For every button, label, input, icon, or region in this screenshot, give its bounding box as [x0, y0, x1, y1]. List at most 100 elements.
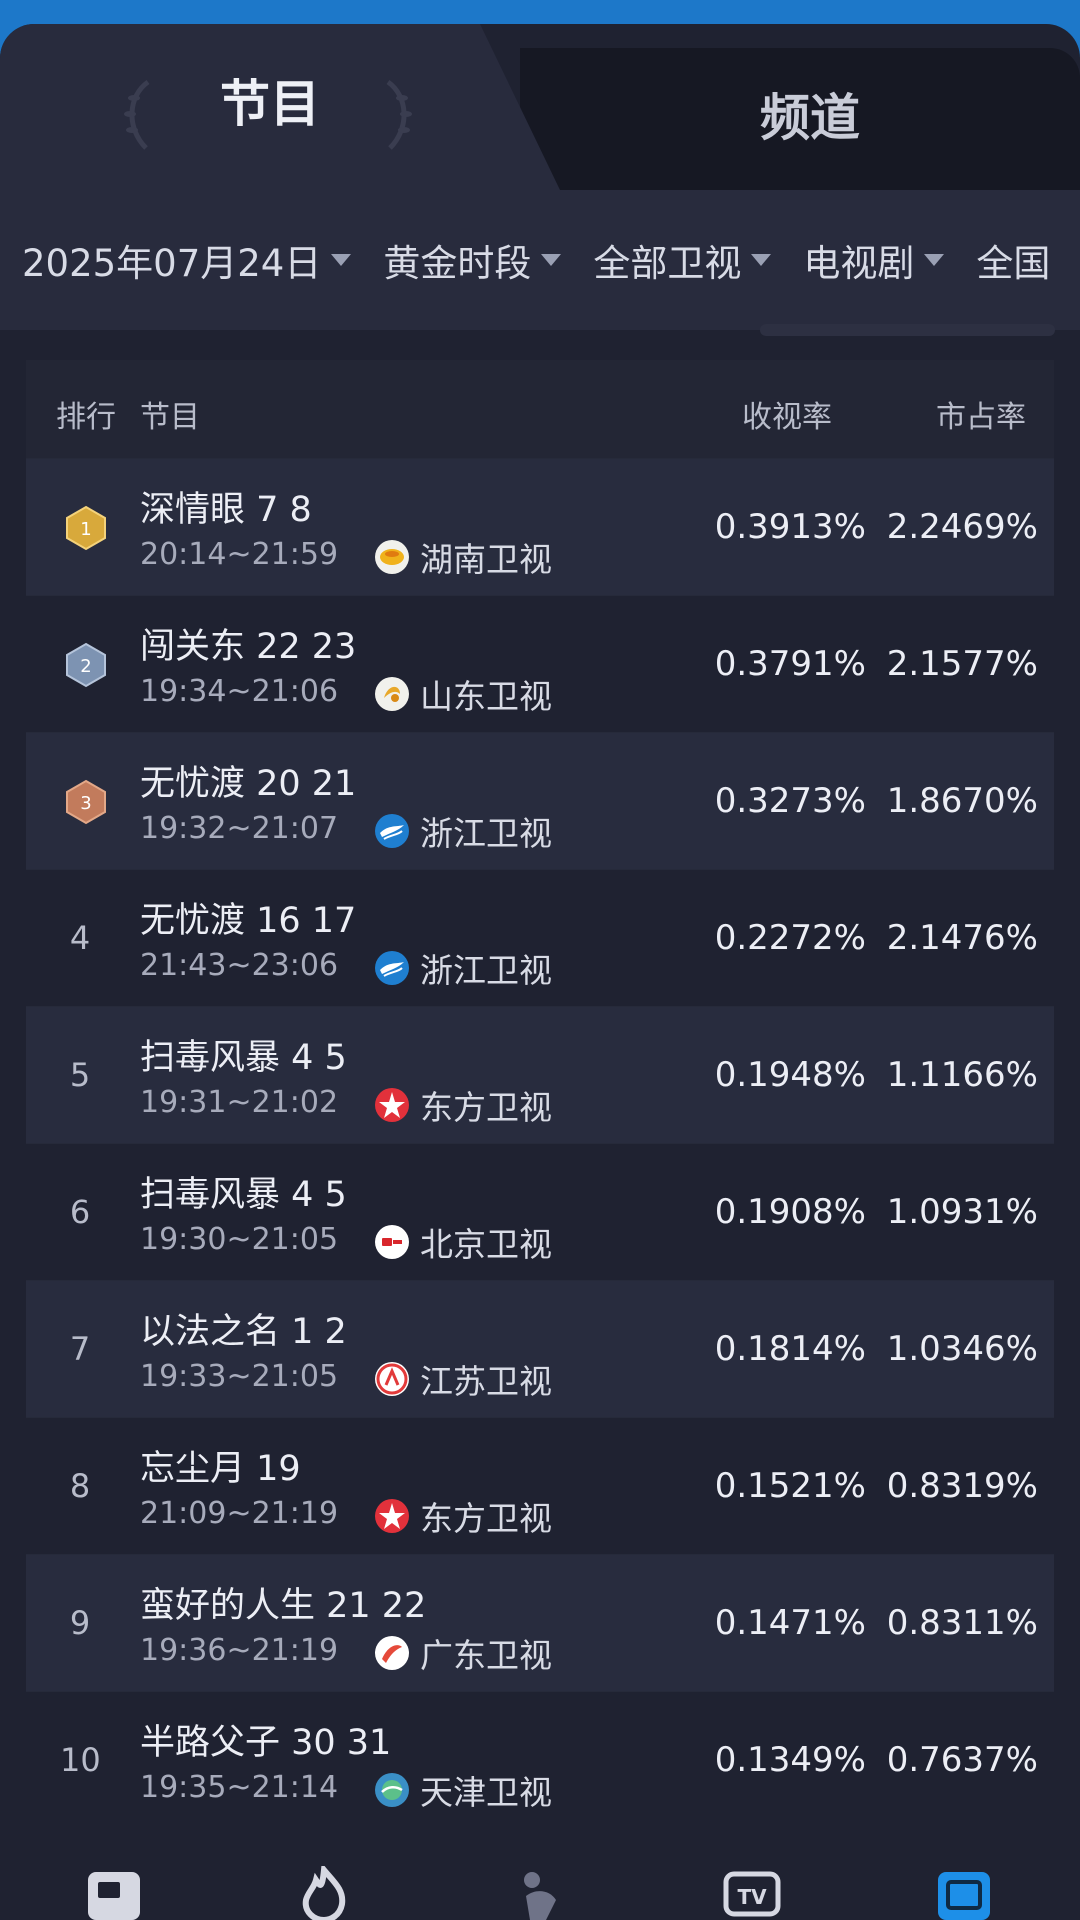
- channel-name: 东方卫视: [420, 1499, 552, 1538]
- channel-filter[interactable]: 全部卫视: [593, 233, 779, 287]
- share-value: 0.7637%: [886, 1740, 1038, 1780]
- bronze-medal-icon: 3: [66, 779, 106, 825]
- rating-value: 0.2272%: [714, 918, 866, 958]
- program-title: 以法之名 1 2: [140, 1312, 347, 1352]
- tab-channels[interactable]: 频道: [710, 78, 910, 158]
- header-rank[interactable]: 排行: [56, 392, 116, 436]
- laurel-left-icon: [124, 79, 150, 150]
- channel-name: 浙江卫视: [420, 951, 552, 990]
- caret-down-icon: [541, 254, 562, 266]
- channel-filter-label: 全部卫视: [593, 242, 742, 285]
- rank-number: 10: [60, 1741, 101, 1779]
- table-row[interactable]: 4 无忧渡 16 17 21:43~23:06 浙江卫视 0.2272% 2.1…: [26, 869, 1054, 1006]
- program-title: 闯关东 22 23: [140, 627, 357, 667]
- program-time: 19:31~21:02: [140, 1085, 339, 1120]
- scroll-indicator: [760, 324, 1055, 336]
- channel-name: 北京卫视: [420, 1225, 552, 1264]
- rank-number: 6: [69, 1193, 91, 1231]
- table-row[interactable]: 8 忘尘月 19 21:09~21:19 东方卫视 0.1521% 0.8319…: [26, 1417, 1054, 1554]
- rank-number: 9: [69, 1604, 91, 1642]
- table-row[interactable]: 5 扫毒风暴 4 5 19:31~21:02 东方卫视 0.1948% 1.11…: [26, 1006, 1054, 1143]
- genre-filter[interactable]: 电视剧: [803, 233, 952, 287]
- program-title: 深情眼 7 8: [140, 490, 312, 530]
- svg-text:TV: TV: [737, 1885, 767, 1909]
- header-rating[interactable]: 收视率: [742, 392, 832, 436]
- caret-down-icon: [751, 254, 772, 266]
- program-time: 19:30~21:05: [140, 1222, 339, 1257]
- laurel-right-icon: [386, 79, 412, 150]
- program-time: 19:34~21:06: [140, 674, 339, 709]
- share-value: 1.0931%: [886, 1192, 1038, 1232]
- region-filter[interactable]: 全国: [976, 233, 1050, 287]
- table-header: 排行 节目 收视率 市占率: [26, 360, 1054, 458]
- ratings-panel: 节目 频道 2025年07月24日 黄金时段 全部卫视 电视剧 全国 排行 节目…: [0, 24, 1080, 1920]
- table-row[interactable]: 9 蛮好的人生 21 22 19:36~21:19 广东卫视 0.1471% 0…: [26, 1554, 1054, 1691]
- channel-cell: 浙江卫视: [374, 807, 552, 855]
- header-program[interactable]: 节目: [140, 392, 200, 436]
- svg-text:3: 3: [80, 793, 91, 814]
- tianjin-tv-logo-icon: [375, 1773, 409, 1807]
- guangdong-tv-logo-icon: [375, 1636, 409, 1670]
- silver-medal-icon: 2: [66, 642, 106, 688]
- table-row[interactable]: 6 扫毒风暴 4 5 19:30~21:05 北京卫视 0.1908% 1.09…: [26, 1143, 1054, 1280]
- program-title: 扫毒风暴 4 5: [140, 1175, 347, 1215]
- program-time: 21:43~23:06: [140, 948, 339, 983]
- rating-value: 0.1908%: [714, 1192, 866, 1232]
- channel-cell: 东方卫视: [374, 1492, 552, 1540]
- rating-value: 0.1521%: [714, 1466, 866, 1506]
- list-nav-icon[interactable]: [84, 1866, 144, 1920]
- hunan-tv-logo-icon: [375, 540, 409, 574]
- channel-name: 广东卫视: [420, 1636, 552, 1675]
- jiangsu-tv-logo-icon: [375, 1362, 409, 1396]
- program-title: 无忧渡 20 21: [140, 764, 357, 804]
- program-title: 扫毒风暴 4 5: [140, 1038, 347, 1078]
- table-row[interactable]: 2 闯关东 22 23 19:34~21:06 山东卫视 0.3791% 2.1…: [26, 595, 1054, 732]
- program-time: 19:32~21:07: [140, 811, 339, 846]
- channel-name: 浙江卫视: [420, 814, 552, 853]
- share-value: 2.1577%: [886, 644, 1038, 684]
- shandong-tv-logo-icon: [375, 677, 409, 711]
- svg-text:1: 1: [80, 519, 91, 540]
- channel-cell: 天津卫视: [374, 1766, 552, 1814]
- share-value: 0.8311%: [886, 1603, 1038, 1643]
- table-row[interactable]: 10 半路父子 30 31 19:35~21:14 天津卫视 0.1349% 0…: [26, 1691, 1054, 1828]
- channel-cell: 广东卫视: [374, 1629, 552, 1677]
- date-filter[interactable]: 2025年07月24日: [22, 233, 359, 287]
- channel-cell: 东方卫视: [374, 1081, 552, 1129]
- dragon-tv-logo-icon: [375, 1088, 409, 1122]
- program-title: 半路父子 30 31: [140, 1723, 392, 1763]
- table-row[interactable]: 3 无忧渡 20 21 19:32~21:07 浙江卫视 0.3273% 1.8…: [26, 732, 1054, 869]
- rating-value: 0.1948%: [714, 1055, 866, 1095]
- share-value: 1.1166%: [886, 1055, 1038, 1095]
- rank-number: 8: [69, 1467, 91, 1505]
- ratings-table: 排行 节目 收视率 市占率 1 深情眼 7 8 20:14~21:59 湖南卫视…: [26, 360, 1054, 1828]
- header-share[interactable]: 市占率: [936, 392, 1026, 436]
- timeslot-filter-label: 黄金时段: [383, 242, 532, 285]
- rating-value: 0.3273%: [714, 781, 866, 821]
- rank-number: 5: [69, 1056, 91, 1094]
- table-row[interactable]: 7 以法之名 1 2 19:33~21:05 江苏卫视 0.1814% 1.03…: [26, 1280, 1054, 1417]
- ratings-nav-icon-active[interactable]: [934, 1866, 994, 1920]
- share-value: 1.0346%: [886, 1329, 1038, 1369]
- dragon-tv-logo-icon: [375, 1499, 409, 1533]
- flame-nav-icon[interactable]: [294, 1866, 354, 1920]
- tab-bar: 节目 频道: [0, 24, 1080, 190]
- timeslot-filter[interactable]: 黄金时段: [383, 233, 569, 287]
- genre-filter-label: 电视剧: [803, 242, 915, 285]
- channel-name: 湖南卫视: [420, 540, 552, 579]
- tv-nav-icon[interactable]: TV: [722, 1866, 782, 1920]
- program-time: 19:33~21:05: [140, 1359, 339, 1394]
- figure-nav-icon[interactable]: [510, 1866, 570, 1920]
- rating-value: 0.1471%: [714, 1603, 866, 1643]
- tab-programs[interactable]: 节目: [170, 64, 370, 144]
- channel-name: 东方卫视: [420, 1088, 552, 1127]
- svg-text:2: 2: [80, 656, 91, 677]
- channel-cell: 山东卫视: [374, 670, 552, 718]
- share-value: 2.2469%: [886, 507, 1038, 547]
- region-filter-label: 全国: [976, 242, 1051, 285]
- channel-cell: 北京卫视: [374, 1218, 552, 1266]
- rating-value: 0.3791%: [714, 644, 866, 684]
- program-time: 20:14~21:59: [140, 537, 339, 572]
- table-row[interactable]: 1 深情眼 7 8 20:14~21:59 湖南卫视 0.3913% 2.246…: [26, 458, 1054, 595]
- rank-number: 7: [69, 1330, 91, 1368]
